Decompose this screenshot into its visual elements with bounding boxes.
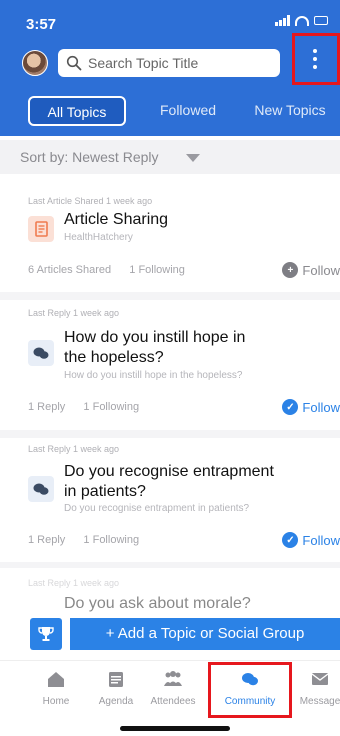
nav-agenda[interactable]: Agenda <box>84 669 148 707</box>
following-count: 1 Following <box>83 534 140 546</box>
card-stats: 1 Reply 1 Following <box>28 401 139 413</box>
trophy-icon <box>38 627 54 641</box>
nav-label: Home <box>42 696 70 707</box>
check-circle-icon: ✓ <box>282 532 299 548</box>
nav-attendees[interactable]: Attendees <box>141 669 205 707</box>
status-icons <box>275 15 328 26</box>
check-circle-icon: ✓ <box>282 399 299 415</box>
sort-label: Sort by: Newest Reply <box>20 149 159 165</box>
chat-bubbles-icon <box>28 476 54 502</box>
topic-card-morale[interactable]: Last Reply 1 week ago Do you ask about m… <box>0 574 340 614</box>
nav-label: Attendees <box>150 696 196 707</box>
leaderboard-button[interactable] <box>30 618 62 650</box>
nav-home[interactable]: Home <box>24 669 88 707</box>
tab-all-topics[interactable]: All Topics <box>28 96 126 126</box>
card-title-line-2: in patients? <box>64 483 146 500</box>
agenda-icon <box>109 672 123 687</box>
card-stats: 1 Reply 1 Following <box>28 534 139 546</box>
search-input[interactable] <box>88 54 273 72</box>
wifi-icon <box>295 15 309 26</box>
following-count: 1 Following <box>129 264 185 276</box>
message-icon <box>311 673 329 685</box>
card-stats: 6 Articles Shared 1 Following <box>28 264 185 276</box>
card-meta: Last Article Shared 1 week ago <box>28 196 153 206</box>
articles-count: 6 Articles Shared <box>28 264 112 276</box>
topic-card-article-sharing[interactable]: Last Article Shared 1 week ago Article S… <box>0 174 340 278</box>
avatar[interactable] <box>22 50 48 76</box>
app-header: 3:57 All Topics Followed New Topics <box>0 0 340 136</box>
sort-bar[interactable]: Sort by: Newest Reply <box>0 140 340 174</box>
more-options-button[interactable] <box>292 33 340 85</box>
card-subtitle: Do you recognise entrapment in patients? <box>64 503 250 514</box>
status-bar: 3:57 <box>0 0 340 40</box>
follow-label: Follow <box>302 399 340 415</box>
card-title: Article Sharing <box>64 211 169 228</box>
nav-message[interactable]: Message <box>288 669 340 707</box>
card-title-line-1: How do you instill hope in <box>64 329 246 346</box>
topic-card-entrapment[interactable]: Last Reply 1 week ago Do you recognise e… <box>0 438 340 568</box>
divider <box>0 562 340 568</box>
following-count: 1 Following <box>83 401 140 413</box>
article-icon <box>28 216 54 242</box>
nav-label: Agenda <box>98 696 134 707</box>
add-row: + Add a Topic or Social Group <box>0 618 340 654</box>
tab-followed[interactable]: Followed <box>143 96 233 126</box>
follow-button[interactable]: ✓ Follow <box>282 399 340 415</box>
home-indicator <box>120 726 230 731</box>
sort-caret-icon <box>186 154 200 162</box>
add-topic-button[interactable]: + Add a Topic or Social Group <box>70 618 340 650</box>
follow-label: Follow <box>302 532 340 548</box>
card-meta: Last Reply 1 week ago <box>28 444 120 454</box>
divider <box>0 292 340 300</box>
search-row <box>0 46 340 80</box>
topic-tabs: All Topics Followed New Topics <box>0 96 340 126</box>
card-title: Do you ask about morale? <box>64 595 251 612</box>
plus-circle-icon: + <box>282 262 299 278</box>
search-box[interactable] <box>58 49 280 77</box>
battery-icon <box>314 16 328 25</box>
reply-count: 1 Reply <box>28 534 66 546</box>
follow-button[interactable]: ✓ Follow <box>282 532 340 548</box>
search-icon <box>66 55 82 71</box>
follow-label: Follow <box>302 262 340 278</box>
nav-label: Message <box>299 696 340 707</box>
home-icon <box>48 672 64 687</box>
divider <box>0 430 340 438</box>
card-subtitle: HealthHatchery <box>64 232 133 243</box>
chat-bubbles-icon <box>28 340 54 366</box>
reply-count: 1 Reply <box>28 401 66 413</box>
more-vertical-icon <box>312 49 318 69</box>
topic-card-instill-hope[interactable]: Last Reply 1 week ago How do you instill… <box>0 300 340 430</box>
card-subtitle: How do you instill hope in the hopeless? <box>64 370 243 381</box>
card-title-line-2: the hopeless? <box>64 349 164 366</box>
card-meta: Last Reply 1 week ago <box>28 578 120 588</box>
card-title-line-1: Do you recognise entrapment <box>64 463 274 480</box>
signal-icon <box>275 15 290 26</box>
attendees-icon <box>164 671 182 686</box>
follow-button[interactable]: + Follow <box>282 262 340 278</box>
status-time: 3:57 <box>26 16 57 33</box>
tab-new-topics[interactable]: New Topics <box>240 96 340 126</box>
community-highlight <box>208 662 292 718</box>
card-meta: Last Reply 1 week ago <box>28 308 120 318</box>
